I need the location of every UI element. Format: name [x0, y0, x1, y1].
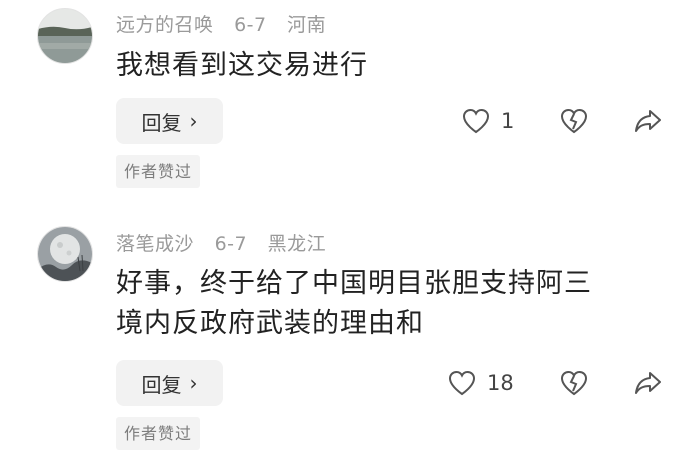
avatar-moon-icon[interactable] — [37, 226, 93, 282]
like-count: 18 — [487, 371, 514, 395]
chevron-right-icon: › — [189, 371, 198, 395]
comment-item-2: 落笔成沙 6-7 黑龙江 好事，终于给了中国明目张胆支持阿三 境内反政府武装的理… — [0, 0, 700, 458]
comment-meta: 落笔成沙 6-7 黑龙江 — [116, 229, 340, 256]
comment-location: 黑龙江 — [267, 233, 327, 255]
comment-text: 好事，终于给了中国明目张胆支持阿三 境内反政府武装的理由和 — [116, 264, 676, 344]
heart-outline-icon — [448, 370, 476, 396]
author-liked-badge: 作者赞过 — [116, 417, 201, 450]
username[interactable]: 落笔成沙 — [116, 233, 194, 255]
reply-label: 回复 — [141, 372, 182, 397]
comment-text-line-2: 境内反政府武装的理由和 — [116, 308, 424, 339]
share-arrow-icon[interactable] — [633, 369, 663, 397]
reply-button[interactable]: 回复 › — [116, 360, 223, 406]
comment-text-line-1: 好事，终于给了中国明目张胆支持阿三 — [116, 268, 592, 299]
broken-heart-icon[interactable] — [559, 369, 589, 397]
like-button[interactable]: 18 — [447, 369, 514, 397]
comment-date: 6-7 — [214, 233, 248, 255]
